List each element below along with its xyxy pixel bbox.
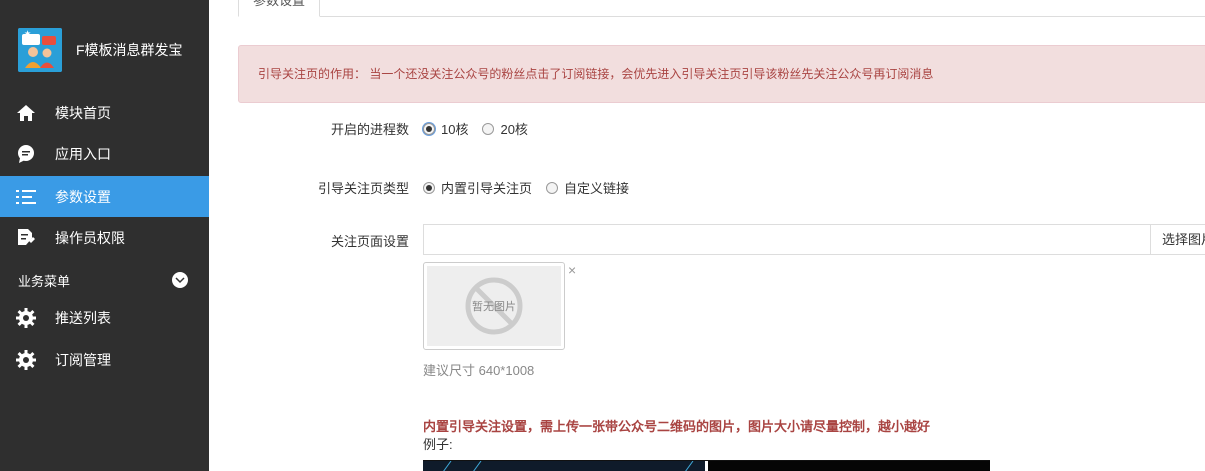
svg-text:★: ★	[24, 29, 31, 38]
sidebar-item-label: 操作员权限	[55, 229, 125, 246]
radio-20-cores[interactable]	[482, 122, 495, 135]
sidebar-item-home[interactable]: 模块首页	[0, 92, 209, 133]
image-preview: 暂无图片	[423, 262, 565, 350]
sidebar-item-app-entry[interactable]: 应用入口	[0, 133, 209, 174]
gear-icon	[16, 349, 36, 370]
sidebar-item-label: 参数设置	[55, 188, 111, 205]
builtin-guide-notice: 内置引导关注设置，需上传一张带公众号二维码的图片，图片大小请尽量控制，越小越好	[423, 419, 931, 434]
sidebar-item-label: 订阅管理	[55, 351, 111, 368]
main-content: 参数设置 引导关注页的作用： 当一个还没关注公众号的粉丝点击了订阅链接，会优先进…	[209, 0, 1205, 471]
example-image	[423, 460, 990, 471]
list-icon	[16, 187, 36, 207]
example-label: 例子:	[423, 437, 453, 452]
sidebar-item-operator-permissions[interactable]: 操作员权限	[0, 217, 209, 258]
radio-label: 自定义链接	[564, 181, 630, 196]
radio-builtin-guide-page[interactable]	[423, 181, 435, 194]
select-image-button[interactable]: 选择图片	[1150, 224, 1205, 255]
brand: ★ F模板消息群发宝	[18, 28, 183, 72]
radio-label: 20核	[500, 122, 528, 137]
app-logo-icon: ★	[18, 28, 62, 72]
radio-label: 内置引导关注页	[441, 181, 533, 196]
process-count-label: 开启的进程数	[330, 122, 409, 137]
radio-custom-link[interactable]	[546, 181, 559, 194]
app-title: F模板消息群发宝	[76, 42, 183, 58]
tab-settings[interactable]: 参数设置	[238, 0, 320, 17]
sidebar-item-label: 推送列表	[55, 309, 111, 326]
sidebar-item-push-list[interactable]: 推送列表	[0, 297, 209, 338]
radio-label: 10核	[441, 122, 469, 137]
radio-10-cores[interactable]	[423, 122, 435, 135]
page-setting-label: 关注页面设置	[330, 234, 409, 249]
sidebar-item-label: 应用入口	[55, 145, 111, 162]
sidebar-item-settings[interactable]: 参数设置	[0, 176, 209, 217]
document-edit-icon	[16, 228, 36, 248]
guide-type-radio-group: 内置引导关注页 自定义链接	[423, 178, 643, 197]
info-alert: 引导关注页的作用： 当一个还没关注公众号的粉丝点击了订阅链接，会优先进入引导关注…	[238, 45, 1205, 103]
section-label-business-menu: 业务菜单	[18, 274, 71, 289]
tab-bar: 参数设置	[238, 0, 1205, 17]
sidebar-item-label: 模块首页	[55, 104, 111, 121]
chat-bubble-icon	[16, 144, 36, 164]
chevron-down-icon[interactable]	[172, 272, 188, 288]
close-icon[interactable]: ×	[568, 263, 576, 277]
gear-icon	[16, 307, 36, 328]
no-image-text: 暂无图片	[472, 301, 516, 313]
size-hint: 建议尺寸 640*1008	[423, 363, 535, 378]
image-url-input[interactable]	[423, 224, 1151, 255]
no-image-placeholder: 暂无图片	[427, 266, 561, 346]
process-count-radio-group: 10核 20核	[423, 119, 542, 138]
sidebar: ★ F模板消息群发宝 模块首页 应用入口 参数设置 操作员权限 业务菜单 推送列…	[0, 0, 209, 471]
sidebar-item-subscription-management[interactable]: 订阅管理	[0, 339, 209, 380]
guide-type-label: 引导关注页类型	[317, 181, 409, 196]
home-icon	[16, 103, 36, 123]
